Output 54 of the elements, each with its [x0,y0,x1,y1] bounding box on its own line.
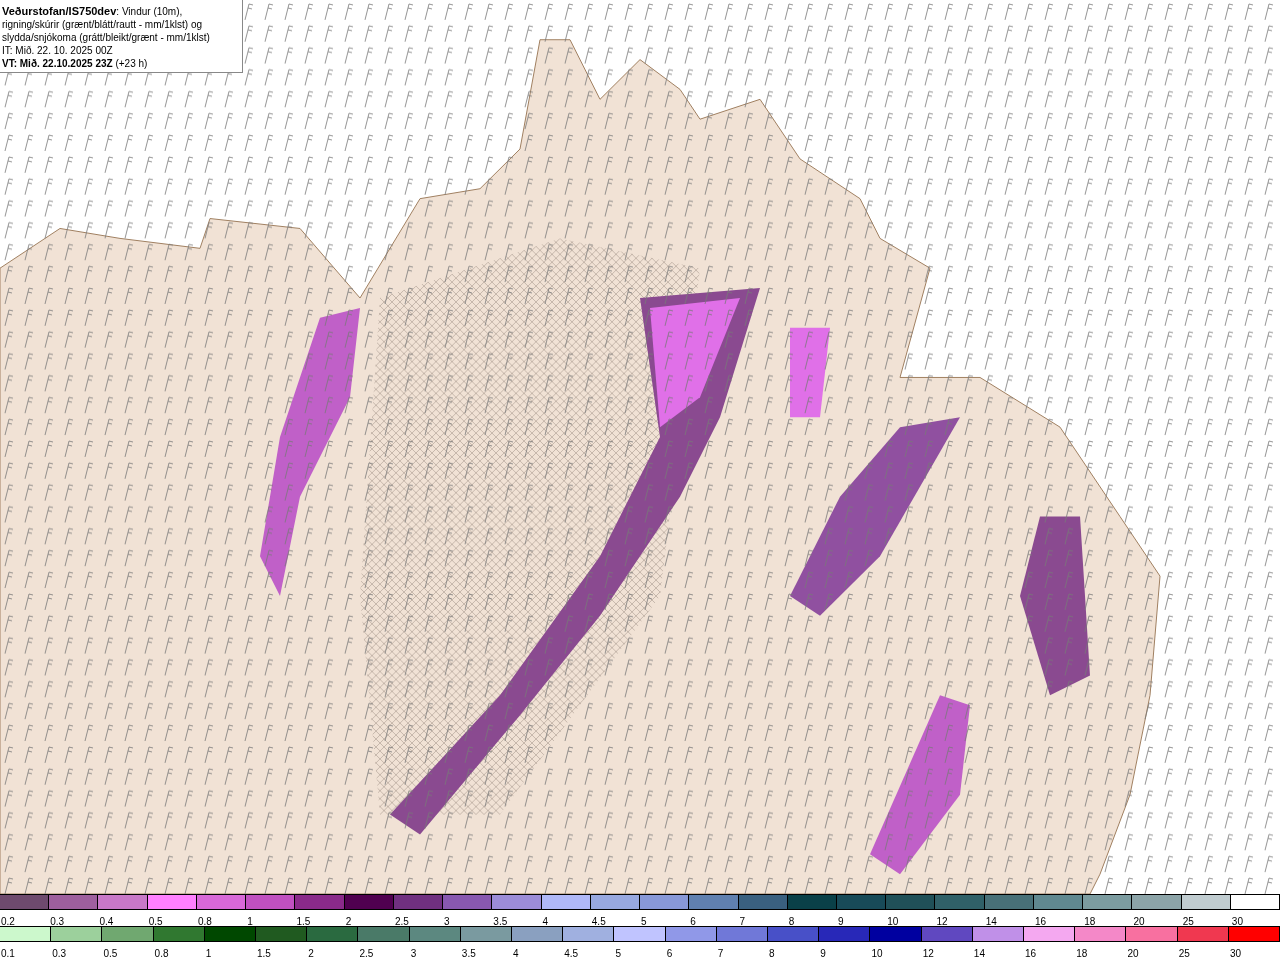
legend-label: 0.4 [98,916,114,928]
issue-time: IT: Mið. 22. 10. 2025 00Z [2,44,114,57]
legend-label: 2.5 [393,916,409,928]
legend-label: 10 [886,916,899,928]
legend-label: 14 [972,948,985,958]
legend-label: 0.2 [0,916,15,928]
legend-label: 30 [1230,916,1243,928]
legend-label: 0.8 [196,916,212,928]
legend-label: 25 [1181,916,1194,928]
legend-label: 2 [307,948,314,958]
legend-label: 20 [1126,948,1139,958]
legend-label: 5 [614,948,621,958]
legend-label: 10 [870,948,883,958]
legend-label: 6 [689,916,696,928]
legend-label: 7 [738,916,746,928]
legend-label: 7 [716,948,724,958]
legend-label: 0.5 [147,916,163,928]
legend-label: 0.3 [49,916,65,928]
legend-label: 3.5 [492,916,508,928]
map-description: Veðurstofan/IS750dev: Vindur (10m), rigning/skúrir (grænt/blátt/rautt - mm/1klst) og slydda/snjókoma (grátt/bleikt/grænt - mm/1klst) [2,5,211,44]
legend-label: 1 [246,916,253,928]
legend-label: 30 [1228,948,1241,958]
legend-label: 0.5 [102,948,118,958]
legend-label: 0.8 [153,948,169,958]
legend-label: 18 [1075,948,1088,958]
legend-label: 1 [204,948,212,958]
legend-label: 18 [1083,916,1096,928]
legend-label: 25 [1177,948,1190,958]
legend-label: 8 [768,948,775,958]
legend-label: 0.1 [0,948,15,958]
legend-label: 9 [837,916,844,928]
legend-label: 3 [443,916,450,928]
legend-label: 0.3 [51,948,67,958]
legend-label: 8 [787,916,795,928]
legend-label: 2.5 [358,948,374,958]
valid-time: VT: Mið. 22.10.2025 23Z (+23 h) [2,57,149,70]
legend-label: 16 [1024,948,1037,958]
legend-label: 12 [935,916,948,928]
legend-label: 5 [640,916,647,928]
legend-label: 3 [409,948,417,958]
legend-label: 6 [665,948,673,958]
legend-label: 4 [541,916,549,928]
legend-label: 9 [819,948,826,958]
legend-label: 16 [1033,916,1047,928]
legend-label: 12 [921,948,934,958]
legend-label: 2 [344,916,352,928]
legend-label: 1.5 [256,948,271,958]
legend-label: 20 [1132,916,1145,928]
legend-label: 4.5 [563,948,579,958]
legend-label: 4.5 [590,916,606,928]
legend-label: 4 [512,948,519,958]
legend-label: 3.5 [460,948,476,958]
legend-label: 1.5 [295,916,311,928]
legend-label: 14 [984,916,997,928]
